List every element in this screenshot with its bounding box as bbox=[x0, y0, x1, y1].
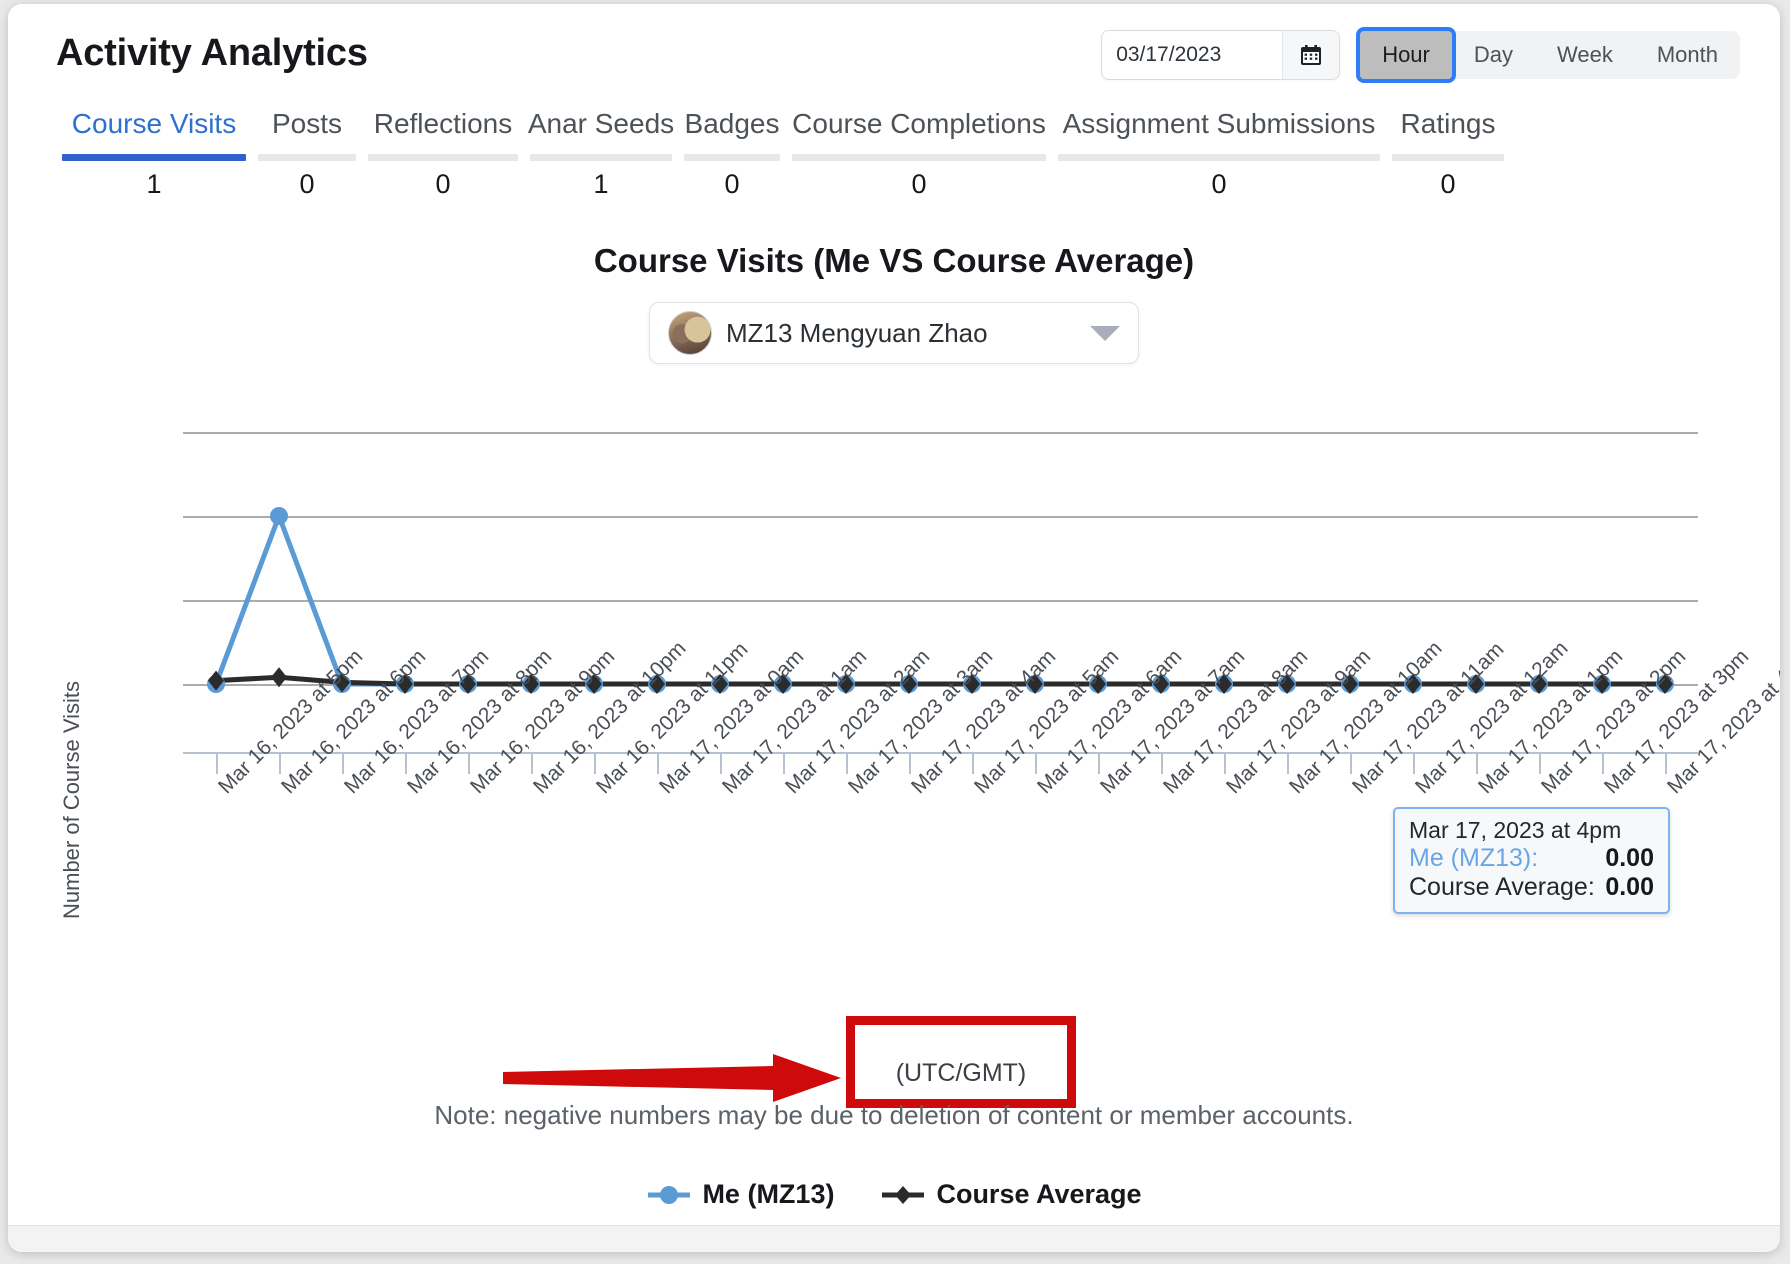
x-tick bbox=[909, 752, 911, 774]
header-controls: Hour Day Week Month bbox=[1101, 30, 1740, 80]
date-picker[interactable] bbox=[1101, 30, 1340, 80]
tooltip-me-value: 0.00 bbox=[1605, 844, 1654, 873]
tab-label: Ratings bbox=[1388, 108, 1508, 154]
tab-label: Posts bbox=[254, 108, 360, 154]
x-tick bbox=[972, 752, 974, 774]
legend-label-course-average: Course Average bbox=[936, 1179, 1141, 1210]
legend-label-me: Me (MZ13) bbox=[702, 1179, 834, 1210]
legend-marker-diamond-icon bbox=[880, 1184, 926, 1206]
x-tick bbox=[1539, 752, 1541, 774]
tab-underline bbox=[62, 154, 246, 161]
tooltip-average-value: 0.00 bbox=[1605, 873, 1654, 902]
x-tick bbox=[657, 752, 659, 774]
x-tick bbox=[1161, 752, 1163, 774]
tab-label: Assignment Submissions bbox=[1054, 108, 1384, 154]
tab-course-visits[interactable]: Course Visits 1 bbox=[56, 108, 252, 200]
chart-note: Note: negative numbers may be due to del… bbox=[8, 1100, 1780, 1131]
tab-underline bbox=[1392, 154, 1504, 161]
tab-anar-seeds[interactable]: Anar Seeds 1 bbox=[524, 108, 678, 200]
data-point-diamond[interactable] bbox=[271, 667, 287, 687]
window-bottom-strip bbox=[8, 1225, 1780, 1252]
x-tick bbox=[1476, 752, 1478, 774]
tab-underline bbox=[792, 154, 1046, 161]
annotation-label: (UTC/GMT) bbox=[846, 1059, 1076, 1088]
series-line-circle bbox=[216, 516, 1665, 684]
data-point-circle[interactable] bbox=[270, 507, 288, 525]
tab-underline bbox=[684, 154, 780, 161]
tab-badges[interactable]: Badges 0 bbox=[678, 108, 786, 200]
tab-count: 0 bbox=[788, 161, 1050, 200]
tooltip-average-label: Course Average: bbox=[1409, 873, 1595, 902]
x-tick bbox=[279, 752, 281, 774]
tab-label: Badges bbox=[680, 108, 784, 154]
tab-posts[interactable]: Posts 0 bbox=[252, 108, 362, 200]
chart-legend: Me (MZ13) Course Average bbox=[8, 1179, 1780, 1210]
app-window: Activity Analytics bbox=[8, 4, 1780, 1252]
chart-plot-area: Number of Course Visits 00.511.5 Mar 16,… bbox=[8, 370, 1780, 1070]
x-tick bbox=[1035, 752, 1037, 774]
tab-count: 1 bbox=[58, 161, 250, 200]
chart-tooltip: Mar 17, 2023 at 4pm Me (MZ13): 0.00 Cour… bbox=[1393, 807, 1670, 914]
tab-count: 0 bbox=[680, 161, 784, 200]
tooltip-me-row: Me (MZ13): 0.00 bbox=[1409, 844, 1654, 873]
x-tick bbox=[720, 752, 722, 774]
x-tick bbox=[594, 752, 596, 774]
x-tick bbox=[468, 752, 470, 774]
tab-reflections[interactable]: Reflections 0 bbox=[362, 108, 524, 200]
x-tick bbox=[342, 752, 344, 774]
chevron-down-icon bbox=[1090, 326, 1120, 341]
tooltip-me-label: Me (MZ13): bbox=[1409, 844, 1538, 873]
tooltip-average-row: Course Average: 0.00 bbox=[1409, 873, 1654, 902]
page-title: Activity Analytics bbox=[56, 32, 368, 75]
calendar-button[interactable] bbox=[1282, 31, 1339, 79]
tab-count: 1 bbox=[526, 161, 676, 200]
x-tick bbox=[1224, 752, 1226, 774]
analytics-page: Activity Analytics bbox=[8, 4, 1780, 1252]
x-tick bbox=[531, 752, 533, 774]
tab-underline bbox=[368, 154, 518, 161]
tooltip-date: Mar 17, 2023 at 4pm bbox=[1409, 817, 1654, 844]
tab-count: 0 bbox=[254, 161, 360, 200]
x-tick bbox=[783, 752, 785, 774]
legend-item-course-average[interactable]: Course Average bbox=[880, 1179, 1141, 1210]
date-input[interactable] bbox=[1102, 31, 1282, 79]
tab-label: Course Visits bbox=[58, 108, 250, 154]
tab-count: 0 bbox=[1388, 161, 1508, 200]
avatar bbox=[668, 311, 712, 355]
granularity-toggle-group: Hour Day Week Month bbox=[1360, 31, 1740, 79]
tab-underline bbox=[530, 154, 672, 161]
x-tick bbox=[1287, 752, 1289, 774]
legend-marker-circle-icon bbox=[646, 1184, 692, 1206]
tab-assignment-submissions[interactable]: Assignment Submissions 0 bbox=[1052, 108, 1386, 200]
granularity-day-button[interactable]: Day bbox=[1452, 31, 1535, 79]
legend-item-me[interactable]: Me (MZ13) bbox=[646, 1179, 834, 1210]
chart-title: Course Visits (Me VS Course Average) bbox=[8, 242, 1780, 280]
tab-underline bbox=[258, 154, 356, 161]
x-tick bbox=[1098, 752, 1100, 774]
granularity-month-button[interactable]: Month bbox=[1635, 31, 1740, 79]
granularity-week-button[interactable]: Week bbox=[1535, 31, 1635, 79]
series-lines bbox=[8, 370, 1780, 1070]
tab-underline bbox=[1058, 154, 1380, 161]
x-tick bbox=[1350, 752, 1352, 774]
granularity-hour-button[interactable]: Hour bbox=[1360, 31, 1452, 79]
user-select-value: MZ13 Mengyuan Zhao bbox=[726, 318, 1090, 349]
metric-tabs: Course Visits1Posts0Reflections0Anar See… bbox=[56, 108, 1732, 200]
tab-label: Anar Seeds bbox=[526, 108, 676, 154]
tab-count: 0 bbox=[1054, 161, 1384, 200]
page-header: Activity Analytics bbox=[8, 4, 1780, 108]
x-tick bbox=[846, 752, 848, 774]
x-tick bbox=[216, 752, 218, 774]
tab-label: Course Completions bbox=[788, 108, 1050, 154]
tab-ratings[interactable]: Ratings 0 bbox=[1386, 108, 1510, 200]
user-select[interactable]: MZ13 Mengyuan Zhao bbox=[649, 302, 1139, 364]
tab-course-completions[interactable]: Course Completions 0 bbox=[786, 108, 1052, 200]
tab-label: Reflections bbox=[364, 108, 522, 154]
x-tick bbox=[1413, 752, 1415, 774]
calendar-icon bbox=[1299, 43, 1323, 67]
x-tick bbox=[405, 752, 407, 774]
tab-count: 0 bbox=[364, 161, 522, 200]
x-tick bbox=[1665, 752, 1667, 774]
x-tick bbox=[1602, 752, 1604, 774]
